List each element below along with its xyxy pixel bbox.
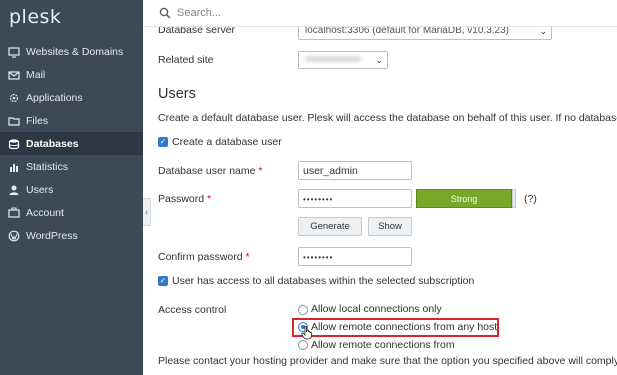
sidebar-item-label: Applications — [26, 91, 83, 104]
search-input[interactable] — [177, 7, 477, 19]
password-field[interactable]: •••••••• — [298, 189, 412, 208]
access-all-label: User has access to all databases within … — [172, 275, 475, 287]
database-icon — [8, 138, 20, 150]
radio-any-label: Allow remote connections from any host — [311, 321, 498, 333]
sidebar-item-label: Account — [26, 206, 64, 219]
required-mark: * — [258, 165, 263, 177]
sidebar-item-databases[interactable]: Databases — [0, 132, 143, 155]
sidebar-item-label: Users — [26, 183, 54, 196]
password-strength-bar: Strong — [416, 189, 512, 208]
password-help-link[interactable]: (?) — [524, 193, 537, 205]
sidebar-item-statistics[interactable]: Statistics — [0, 155, 143, 178]
sidebar-item-label: Files — [26, 114, 49, 127]
user-icon — [8, 184, 20, 196]
password-label-text: Password — [158, 193, 205, 205]
main-content: Database server localhost:3306 (default … — [143, 27, 617, 375]
radio-local-label: Allow local connections only — [311, 303, 442, 315]
db-server-value: localhost:3306 (default for MariaDB, v10… — [305, 27, 509, 36]
create-user-checkbox[interactable]: ✓ — [158, 137, 168, 147]
related-site-label: Related site — [158, 54, 214, 66]
redacted-site-value — [305, 56, 361, 63]
sidebar-nav: Websites & Domains Mail Applications Fil… — [0, 40, 143, 247]
sidebar-item-label: Websites & Domains — [26, 45, 124, 58]
db-server-label: Database server — [158, 27, 236, 36]
chevron-down-icon: ⌄ — [539, 27, 547, 36]
bar-chart-icon — [8, 161, 20, 173]
confirm-password-field[interactable]: •••••••• — [298, 247, 412, 266]
required-mark: * — [245, 251, 250, 263]
envelope-icon — [8, 69, 20, 81]
sidebar: plesk Websites & Domains Mail Applicatio… — [0, 0, 143, 375]
monitor-icon — [8, 46, 20, 58]
sidebar-item-label: Mail — [26, 68, 46, 81]
users-description: Create a default database user. Plesk wi… — [158, 112, 617, 124]
folder-icon — [8, 115, 20, 127]
wordpress-icon — [8, 230, 20, 242]
generate-button[interactable]: Generate — [298, 217, 362, 236]
sidebar-item-websites-domains[interactable]: Websites & Domains — [0, 40, 143, 63]
confirm-password-label: Confirm password * — [158, 251, 250, 263]
gear-icon — [8, 92, 20, 104]
radio-remote-from[interactable] — [298, 340, 308, 350]
db-server-select[interactable]: localhost:3306 (default for MariaDB, v10… — [298, 27, 552, 40]
footer-note: Please contact your hosting provider and… — [158, 355, 617, 367]
plesk-logo[interactable]: plesk — [9, 6, 61, 28]
sidebar-item-mail[interactable]: Mail — [0, 63, 143, 86]
access-all-checkbox[interactable]: ✓ — [158, 276, 168, 286]
create-user-label: Create a database user — [172, 136, 282, 148]
access-control-label: Access control — [158, 304, 227, 316]
password-strength-track — [512, 189, 516, 208]
sidebar-item-label: Statistics — [26, 160, 69, 173]
radio-from-label: Allow remote connections from — [311, 339, 455, 351]
radio-local-connections[interactable] — [298, 305, 308, 315]
show-button[interactable]: Show — [368, 217, 412, 236]
sidebar-item-applications[interactable]: Applications — [0, 86, 143, 109]
chevron-down-icon: ⌄ — [375, 55, 383, 65]
search-icon — [159, 7, 171, 19]
sidebar-item-label: WordPress — [26, 229, 78, 242]
sidebar-item-label: Databases — [26, 137, 79, 150]
related-site-select[interactable]: ⌄ — [298, 51, 388, 69]
password-label: Password * — [158, 193, 211, 205]
account-icon — [8, 207, 20, 219]
sidebar-item-wordpress[interactable]: WordPress — [0, 224, 143, 247]
confirm-label-text: Confirm password — [158, 251, 243, 263]
top-bar — [143, 0, 617, 27]
users-heading: Users — [158, 86, 196, 102]
sidebar-item-users[interactable]: Users — [0, 178, 143, 201]
sidebar-item-files[interactable]: Files — [0, 109, 143, 132]
username-label: Database user name * — [158, 165, 263, 177]
required-mark: * — [207, 193, 212, 205]
hand-cursor-icon — [301, 326, 312, 340]
sidebar-item-account[interactable]: Account — [0, 201, 143, 224]
username-field[interactable]: user_admin — [298, 161, 412, 180]
username-label-text: Database user name — [158, 165, 256, 177]
